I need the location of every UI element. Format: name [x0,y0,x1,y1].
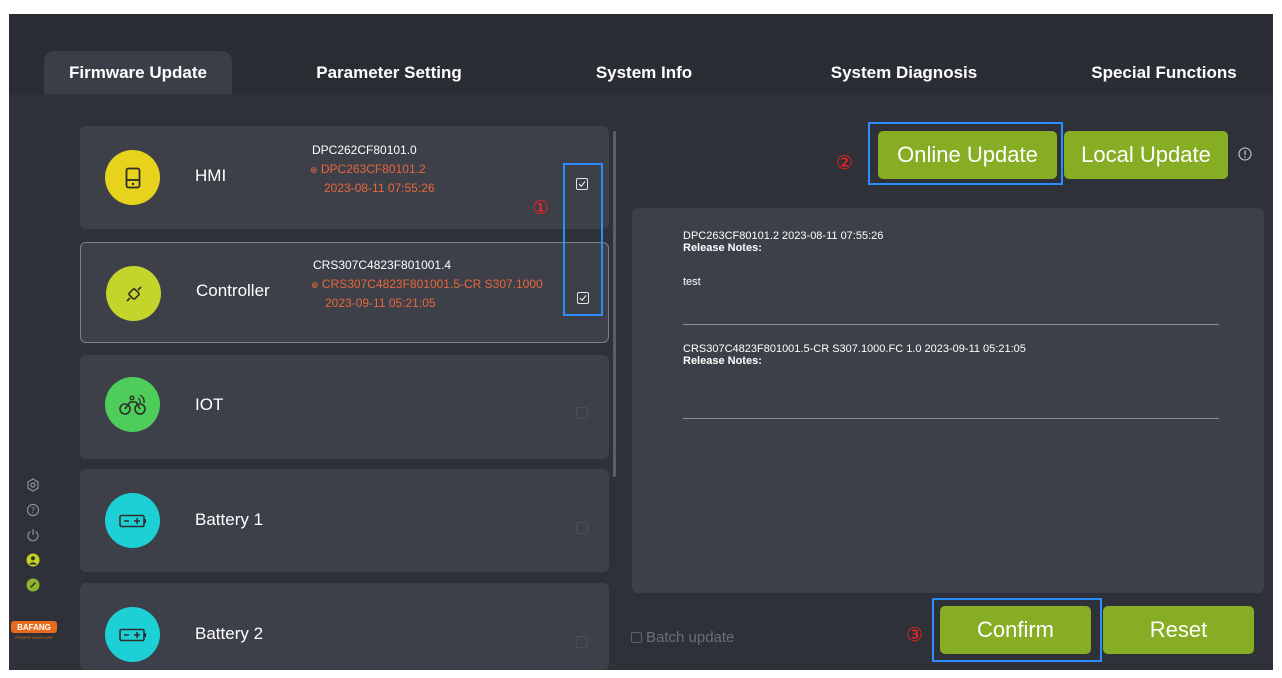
current-version: DPC262CF80101.0 [312,143,417,157]
tab-system-info[interactable]: System Info [569,51,719,94]
user-icon[interactable] [26,553,40,567]
power-icon[interactable] [26,528,40,542]
tab-system-diagnosis[interactable]: System Diagnosis [809,51,999,94]
device-card-hmi[interactable]: HMI DPC262CF80101.0 ⊕ DPC263CF80101.2 20… [80,126,609,229]
tab-parameter-setting[interactable]: Parameter Setting [289,51,489,94]
svg-text:BAFANG: BAFANG [17,623,51,632]
update-available-icon: ⊕ [311,280,319,290]
svg-text:?: ? [31,506,35,515]
confirm-button[interactable]: Confirm [940,606,1091,654]
annotation-marker-2: ② [836,152,854,174]
update-available-icon: ⊕ [310,165,318,175]
update-checkbox[interactable] [576,178,588,190]
battery-icon [105,607,160,662]
display-icon [105,150,160,205]
device-card-controller[interactable]: Controller CRS307C4823F801001.4 ⊕ CRS307… [80,242,609,343]
release-title: CRS307C4823F801001.5-CR S307.1000.FC 1.0… [683,343,1026,355]
release-date: 2023-09-11 05:21:05 [325,296,436,310]
batch-update-toggle[interactable]: Batch update [631,629,734,646]
device-list-scrollbar[interactable] [613,131,616,477]
reset-button[interactable]: Reset [1103,606,1254,654]
update-checkbox[interactable] [576,522,588,534]
device-name: Battery 2 [195,624,264,643]
tab-special-functions[interactable]: Special Functions [1069,51,1259,94]
batch-update-checkbox[interactable] [631,632,642,643]
release-notes-label: Release Notes: [683,355,762,367]
release-notes-panel: DPC263CF80101.2 2023-08-11 07:55:26 Rele… [632,208,1264,593]
new-version: ⊕ CRS307C4823F801001.5-CR S307.1000 [311,277,551,291]
tab-bar: Firmware Update Parameter Setting System… [9,14,1273,94]
release-title: DPC263CF80101.2 2023-08-11 07:55:26 [683,230,884,242]
settings-icon[interactable] [26,478,40,492]
local-update-button[interactable]: Local Update [1064,131,1228,179]
battery-icon [105,493,160,548]
device-card-battery-2[interactable]: Battery 2 [80,583,609,670]
tab-firmware-update[interactable]: Firmware Update [44,51,232,94]
sidebar: ? BAFANG POWER YOUR LIFE [9,462,59,658]
device-name: IOT [195,395,224,414]
device-card-iot[interactable]: IOT [80,355,609,459]
batch-update-label: Batch update [646,629,735,646]
current-version: CRS307C4823F801001.4 [313,258,452,272]
new-version: ⊕ DPC263CF80101.2 [310,162,550,176]
annotation-marker-1: ① [532,197,550,219]
bike-wireless-icon [105,377,160,432]
separator [683,418,1219,419]
release-date: 2023-08-11 07:55:26 [324,181,435,195]
device-name: Controller [196,281,270,300]
device-name: HMI [195,166,227,185]
update-checkbox[interactable] [577,292,589,304]
app-window: Firmware Update Parameter Setting System… [9,14,1273,670]
bafang-logo: BAFANG POWER YOUR LIFE [11,621,57,641]
annotation-marker-3: ③ [906,624,924,646]
update-checkbox[interactable] [576,407,588,419]
device-card-battery-1[interactable]: Battery 1 [80,469,609,572]
new-version-label: DPC263CF80101.2 [320,162,426,176]
svg-text:POWER YOUR LIFE: POWER YOUR LIFE [15,635,53,640]
info-icon[interactable] [1238,147,1252,161]
device-name: Battery 1 [195,510,264,529]
separator [683,324,1219,325]
connector-icon [106,266,161,321]
new-version-label: CRS307C4823F801001.5-CR S307.1000 [321,277,543,291]
release-notes-label: Release Notes: [683,242,762,254]
release-notes-body: test [683,276,701,288]
online-update-button[interactable]: Online Update [878,131,1057,179]
update-checkbox[interactable] [576,636,588,648]
help-icon[interactable]: ? [26,503,40,517]
link-icon[interactable] [26,578,40,592]
